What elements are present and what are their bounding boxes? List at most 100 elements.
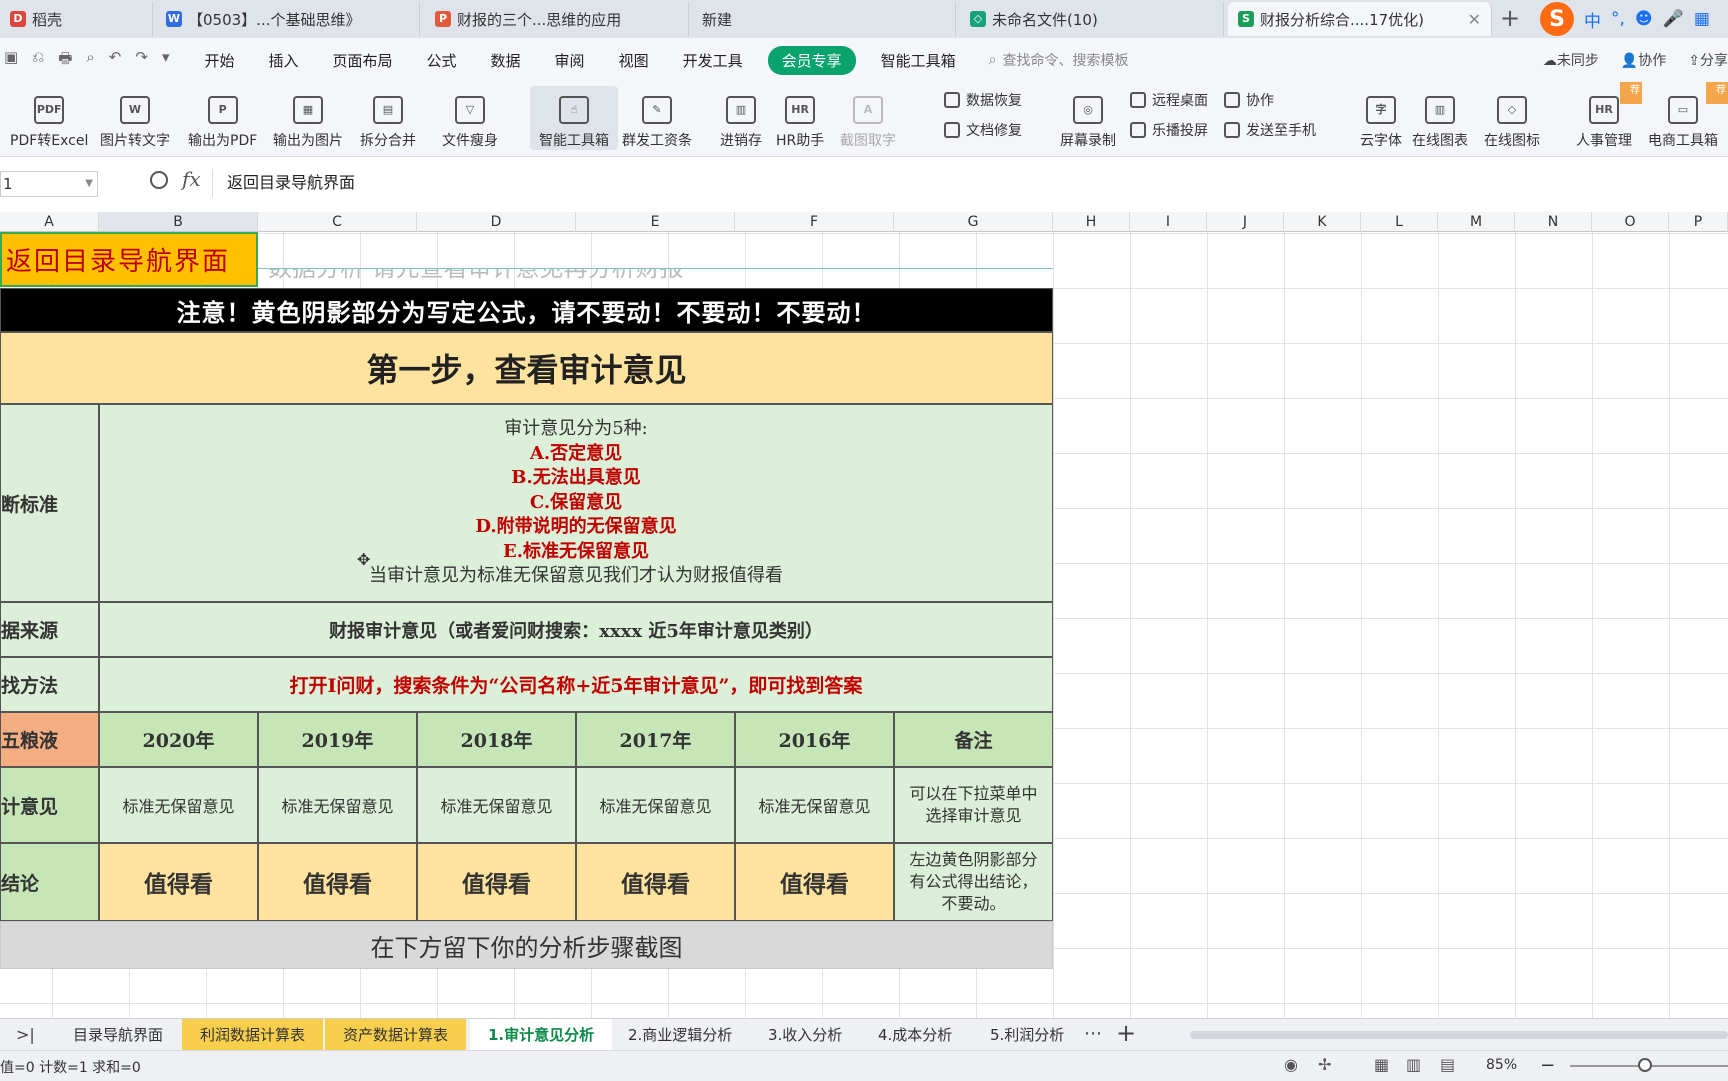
collaborate-ribbon-button[interactable]: 协作 (1224, 90, 1274, 110)
sheet-tab-audit-active[interactable]: 1.审计意见分析 (470, 1019, 613, 1051)
inventory-button[interactable]: ▥ 进销存 (720, 86, 762, 150)
online-icon-button[interactable]: ◇ 在线图标 (1484, 86, 1540, 150)
screen-record-button[interactable]: ◎ 屏幕录制 (1060, 86, 1116, 150)
menu-developer[interactable]: 开发工具 (666, 50, 760, 71)
column-header-f[interactable]: F (735, 212, 894, 232)
punctuation-icon[interactable]: °, (1611, 9, 1625, 29)
column-header-i[interactable]: I (1130, 212, 1207, 232)
sogou-ime-icon[interactable]: S (1540, 2, 1574, 36)
menu-data[interactable]: 数据 (474, 50, 538, 71)
sheet-tab-profit-data[interactable]: 利润数据计算表 (182, 1019, 324, 1051)
sheet-tab-revenue[interactable]: 3.收入分析 (750, 1019, 860, 1051)
menu-page-layout[interactable]: 页面布局 (316, 50, 410, 71)
microphone-icon[interactable]: 🎤 (1663, 9, 1684, 29)
menu-vip[interactable]: 会员专享 (767, 45, 856, 75)
formula-input[interactable]: 返回目录导航界面 (212, 169, 1728, 197)
cast-screen-button[interactable]: 乐播投屏 (1130, 120, 1208, 140)
column-header-k[interactable]: K (1284, 212, 1361, 232)
sheet-tab-business-logic[interactable]: 2.商业逻辑分析 (610, 1019, 750, 1051)
eye-protection-icon[interactable]: ◉ (1284, 1055, 1298, 1074)
sync-status[interactable]: ☁未同步 (1543, 50, 1599, 70)
conclusion-cell[interactable]: 值得看 (258, 843, 417, 921)
column-header-d[interactable]: D (417, 212, 576, 232)
conclusion-cell[interactable]: 值得看 (417, 843, 576, 921)
hr-assistant-button[interactable]: HR HR助手 (776, 86, 824, 150)
print-preview-icon[interactable]: ⌕ (86, 48, 94, 73)
audit-opinion-cell[interactable]: 标准无保留意见 (99, 767, 258, 843)
zoom-slider-handle[interactable] (1638, 1058, 1652, 1072)
chevron-down-icon[interactable]: ▼ (85, 172, 93, 196)
undo-icon[interactable]: ↶ (109, 48, 122, 73)
column-header-e[interactable]: E (576, 212, 735, 232)
sheet-tab-asset-data[interactable]: 资产数据计算表 (325, 1019, 467, 1051)
ime-mode[interactable]: 中 (1584, 7, 1601, 32)
export-pdf-button[interactable]: P 输出为PDF (188, 86, 257, 150)
doc-tab-2[interactable]: P 财报的三个...思维的应用 (425, 2, 689, 36)
column-header-a[interactable]: A (0, 212, 99, 232)
column-header-j[interactable]: J (1207, 212, 1284, 232)
last-sheet-nav-icon[interactable]: >| (16, 1025, 35, 1044)
fx-icon[interactable]: fx (182, 167, 201, 191)
conclusion-cell[interactable]: 值得看 (99, 843, 258, 921)
audit-opinion-cell[interactable]: 标准无保留意见 (417, 767, 576, 843)
share-button[interactable]: ⇪分享 (1688, 50, 1728, 70)
sheet-tab-nav[interactable]: 目录导航界面 (55, 1019, 181, 1051)
close-tab-icon[interactable]: ✕ (1468, 10, 1481, 29)
more-tabs-icon[interactable]: ⋯ (1084, 1023, 1102, 1044)
export-image-button[interactable]: ▦ 输出为图片 (273, 86, 343, 150)
column-header-g[interactable]: G (894, 212, 1053, 232)
data-recovery-button[interactable]: 数据恢复 (944, 90, 1022, 110)
doc-tab-1[interactable]: W 【0503】...个基础思维》 (156, 2, 420, 36)
column-header-b[interactable]: B (99, 212, 258, 232)
zoom-formula-icon[interactable] (150, 171, 168, 189)
doc-tab-4[interactable]: ◇ 未命名文件(10) (960, 2, 1224, 36)
payslip-button[interactable]: ✎ 群发工资条 (622, 86, 692, 150)
zoom-level[interactable]: 85% (1486, 1057, 1517, 1073)
menu-home[interactable]: 开始 (187, 50, 251, 71)
customize-dropdown-icon[interactable]: ▾ (162, 48, 170, 73)
audit-opinion-cell[interactable]: 标准无保留意见 (735, 767, 894, 843)
send-to-phone-button[interactable]: 发送至手机 (1224, 120, 1316, 140)
menu-view[interactable]: 视图 (602, 50, 666, 71)
worksheet-grid[interactable]: 返回目录导航界面 数据分析 请先查看审计意见再分析财报 注意！黄色阴影部分为写定… (0, 232, 1728, 1030)
grid-icon[interactable]: ▦ (1694, 9, 1710, 29)
page-break-view-icon[interactable]: ▤ (1440, 1055, 1455, 1074)
sheet-tab-profit[interactable]: 5.利润分析 (972, 1019, 1082, 1051)
cell-mode-icon[interactable]: ✢ (1318, 1055, 1331, 1074)
zoom-slider[interactable] (1570, 1058, 1728, 1072)
online-chart-button[interactable]: ▥ 在线图表 (1412, 86, 1468, 150)
column-header-c[interactable]: C (258, 212, 417, 232)
undo-history-icon[interactable]: ⎌ (32, 48, 44, 73)
collaborate-button[interactable]: 👤协作 (1621, 50, 1666, 70)
image-to-text-button[interactable]: W 图片转文字 (100, 86, 170, 150)
column-header-o[interactable]: O (1592, 212, 1669, 232)
new-tab-plus-icon[interactable]: + (1500, 4, 1520, 32)
add-sheet-icon[interactable]: + (1116, 1019, 1136, 1047)
column-header-n[interactable]: N (1515, 212, 1592, 232)
menu-formulas[interactable]: 公式 (410, 50, 474, 71)
doc-repair-button[interactable]: 文档修复 (944, 120, 1022, 140)
menu-review[interactable]: 审阅 (538, 50, 602, 71)
column-header-m[interactable]: M (1438, 212, 1515, 232)
back-to-nav-button[interactable]: 返回目录导航界面 (0, 232, 258, 287)
redo-icon[interactable]: ↷ (135, 48, 148, 73)
column-header-p[interactable]: P (1669, 212, 1728, 232)
zoom-out-icon[interactable]: − (1540, 1055, 1555, 1076)
audit-opinion-cell[interactable]: 标准无保留意见 (576, 767, 735, 843)
smart-toolbox-button[interactable]: ☝ 智能工具箱 (530, 86, 618, 150)
emoji-icon[interactable]: ☻ (1635, 9, 1653, 29)
menu-insert[interactable]: 插入 (251, 50, 315, 71)
menu-smart-toolbox[interactable]: 智能工具箱 (864, 50, 973, 71)
doc-tab-3[interactable]: 新建 (692, 2, 956, 36)
sheet-tab-cost[interactable]: 4.成本分析 (860, 1019, 970, 1051)
remote-desktop-button[interactable]: 远程桌面 (1130, 90, 1208, 110)
conclusion-cell[interactable]: 值得看 (576, 843, 735, 921)
column-header-l[interactable]: L (1361, 212, 1438, 232)
print-icon[interactable]: 🖶 (58, 48, 72, 73)
horizontal-scrollbar[interactable] (1190, 1031, 1728, 1039)
doc-tab-5-active[interactable]: S 财报分析综合....17优化) ✕ (1228, 2, 1492, 36)
cloud-font-button[interactable]: 字云字体 (1360, 86, 1402, 150)
page-layout-view-icon[interactable]: ▥ (1406, 1055, 1421, 1074)
column-header-h[interactable]: H (1053, 212, 1130, 232)
doc-tab-0[interactable]: D 稻壳 (0, 2, 153, 36)
